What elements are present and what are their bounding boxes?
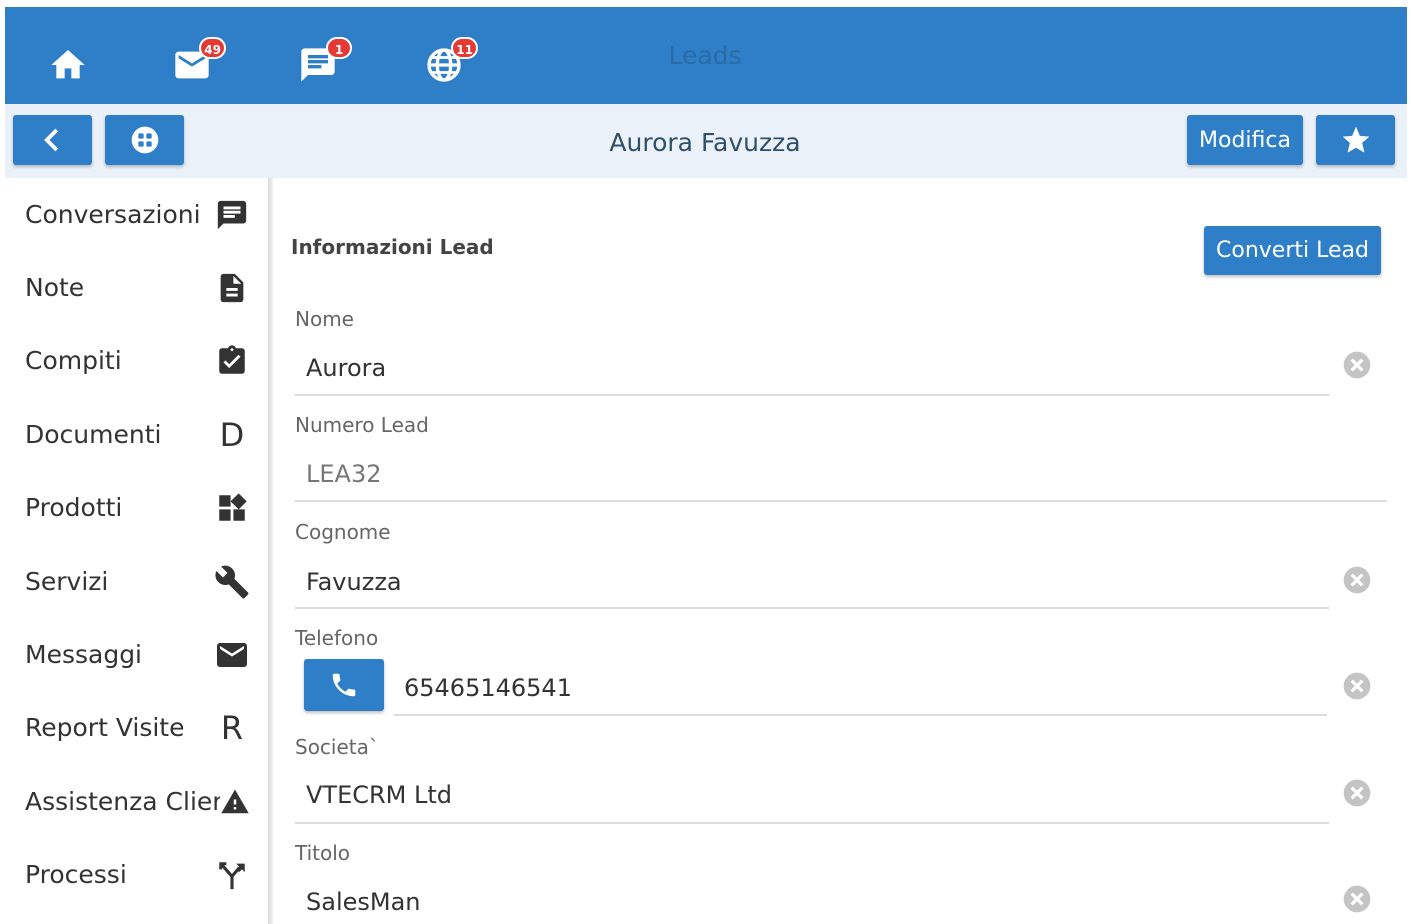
clipboard-check-icon (214, 343, 250, 379)
sidebar-item-label: Report Visite (25, 713, 185, 742)
top-navbar: 49 1 11 Leads (5, 7, 1407, 104)
sidebar-item-label: Documenti (25, 420, 162, 449)
sidebar-item-label: Prodotti (25, 493, 123, 522)
clear-icon[interactable] (1341, 777, 1373, 809)
cognome-underline (295, 607, 1329, 609)
sidebar-item-label: Processi (25, 860, 127, 889)
globe-icon[interactable]: 11 (424, 37, 478, 85)
related-sidebar: Conversazioni Note Compiti Documenti D P… (5, 178, 268, 924)
grid-circle-icon (131, 126, 158, 154)
sidebar-item-label: Conversazioni (25, 200, 201, 229)
sidebar-item-label: Compiti (25, 346, 122, 375)
warning-icon (220, 784, 250, 820)
societa-underline (295, 822, 1329, 824)
cognome-input[interactable]: Favuzza (306, 568, 402, 596)
sidebar-item-messaggi[interactable]: Messaggi (25, 635, 250, 675)
documenti-letter-icon: D (219, 416, 245, 454)
societa-input[interactable]: VTECRM Ltd (306, 781, 452, 809)
sidebar-item-label: Note (25, 273, 85, 302)
back-button[interactable] (13, 115, 92, 165)
sidebar-item-conversazioni[interactable]: Conversazioni (25, 195, 250, 235)
sidebar-item-label: Servizi (25, 567, 109, 596)
field-label-numero-lead: Numero Lead (295, 413, 429, 437)
sidebar-item-documenti[interactable]: Documenti D (25, 415, 250, 455)
sidebar-item-servizi[interactable]: Servizi (25, 562, 250, 602)
phone-icon (332, 673, 356, 697)
chevron-left-icon (43, 128, 58, 152)
mail-icon[interactable]: 49 (172, 37, 226, 85)
widgets-icon (214, 490, 250, 526)
wrench-icon (214, 564, 250, 600)
star-icon (1342, 126, 1369, 153)
field-label-telefono: Telefono (295, 626, 379, 650)
note-icon (214, 270, 250, 306)
fork-icon (214, 857, 250, 893)
field-label-titolo: Titolo (295, 841, 351, 865)
field-label-nome: Nome (295, 307, 354, 331)
sidebar-item-report-visite[interactable]: Report Visite R (25, 708, 250, 748)
clear-icon[interactable] (1341, 564, 1373, 596)
telefono-underline (394, 714, 1327, 716)
mail-icon (214, 637, 250, 673)
apps-button[interactable] (105, 115, 184, 165)
numero-lead-value: LEA32 (306, 460, 382, 488)
home-icon[interactable] (48, 45, 88, 85)
numero-lead-underline (295, 500, 1387, 502)
edit-button[interactable]: Modifica (1187, 115, 1303, 165)
lead-detail-panel: Informazioni Lead Converti Lead Nome Aur… (273, 178, 1407, 924)
sidebar-item-note[interactable]: Note (25, 268, 250, 308)
clear-icon[interactable] (1341, 349, 1373, 381)
clear-icon[interactable] (1341, 883, 1373, 915)
record-header: Aurora Favuzza Modifica (5, 104, 1407, 178)
favorite-button[interactable] (1316, 115, 1395, 165)
sidebar-item-label: Messaggi (25, 640, 143, 669)
field-label-cognome: Cognome (295, 520, 391, 544)
app-title: Leads (668, 41, 742, 70)
nome-underline (295, 394, 1329, 396)
chat-icon[interactable]: 1 (298, 37, 352, 85)
convert-lead-button[interactable]: Converti Lead (1204, 226, 1381, 275)
clear-icon[interactable] (1341, 670, 1373, 702)
sidebar-item-prodotti[interactable]: Prodotti (25, 488, 250, 528)
telefono-input[interactable]: 65465146541 (404, 674, 572, 702)
call-button[interactable] (304, 659, 384, 711)
sidebar-item-assistenza-clienti[interactable]: Assistenza Clienti (25, 782, 250, 822)
globe-badge: 11 (451, 37, 478, 59)
titolo-input[interactable]: SalesMan (306, 888, 421, 916)
chat-badge: 1 (326, 37, 352, 59)
sidebar-item-label: Assistenza Clienti (25, 787, 245, 816)
chat-icon (214, 197, 250, 233)
nome-input[interactable]: Aurora (306, 354, 386, 382)
report-letter-icon: R (220, 709, 244, 747)
sidebar-item-processi[interactable]: Processi (25, 855, 250, 895)
field-label-societa: Societa` (295, 735, 379, 759)
section-title: Informazioni Lead (291, 235, 494, 259)
record-title: Aurora Favuzza (609, 128, 801, 157)
sidebar-item-compiti[interactable]: Compiti (25, 341, 250, 381)
mail-badge: 49 (199, 37, 226, 59)
